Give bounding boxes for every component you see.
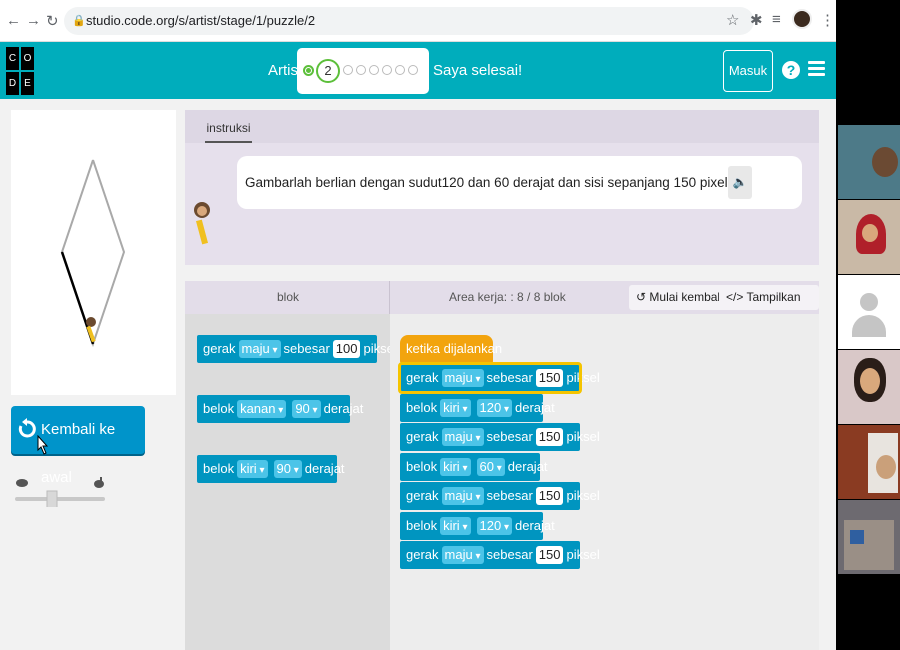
puzzle-dot[interactable] [356, 65, 366, 75]
program-block-move[interactable]: gerakmajusebesar150piksel [400, 423, 600, 451]
direction-dropdown[interactable]: maju [441, 487, 484, 505]
toolbox-block-turn-right[interactable]: belokkanan90derajat [197, 395, 363, 423]
workspace-header: blok Area kerja: : 8 / 8 blok ↺ Mulai ke… [185, 281, 819, 329]
program-block-turn[interactable]: belokkiri120derajat [400, 394, 555, 422]
participant-video [838, 275, 900, 349]
signin-button[interactable]: Masuk [723, 50, 773, 92]
artist-canvas [11, 110, 176, 395]
hamburger-menu-icon[interactable] [808, 61, 825, 76]
participant-video [838, 425, 900, 499]
direction-dropdown[interactable]: maju [441, 546, 484, 564]
artist-avatar-icon [194, 202, 210, 245]
direction-dropdown[interactable]: maju [441, 428, 484, 446]
reload-icon[interactable]: ↻ [46, 12, 59, 30]
toolbox-block-move[interactable]: gerakmajusebesar100piksel [197, 335, 397, 363]
app-header: C O D E Artis 2 Saya selesai! Masuk ? [0, 42, 836, 99]
value-input[interactable]: 150 [535, 428, 564, 446]
instructions-panel: instruksi Gambarlah berlian dengan sudut… [185, 110, 819, 265]
finish-link[interactable]: Saya selesai! [433, 62, 522, 79]
program-block-move[interactable]: gerakmajusebesar150piksel [398, 362, 600, 394]
puzzle-dot-current[interactable]: 2 [316, 59, 340, 83]
toolbox-header-label: blok [277, 290, 300, 304]
logo-letter: C [6, 47, 19, 70]
block-toolbox: gerakmajusebesar100piksel belokkanan90de… [185, 314, 397, 650]
direction-dropdown[interactable]: kanan [237, 400, 287, 418]
angle-dropdown[interactable]: 60 [476, 458, 505, 476]
block-workspace: ketika dijalankan gerakmajusebesar150pik… [390, 314, 819, 650]
puzzle-dot[interactable] [343, 65, 353, 75]
back-icon[interactable]: ← [6, 12, 21, 29]
when-run-block[interactable]: ketika dijalankan [400, 335, 502, 363]
participant-video [838, 125, 900, 199]
instruction-text: Gambarlah berlian dengan sudut120 dan 60… [245, 175, 732, 190]
media-icon[interactable]: ≡ [772, 11, 781, 28]
program-block-move[interactable]: gerakmajusebesar150piksel [400, 541, 600, 569]
direction-dropdown[interactable]: kiri [440, 399, 471, 417]
puzzle-dot[interactable] [382, 65, 392, 75]
speed-slider[interactable] [15, 477, 125, 510]
toolbox-block-turn-left[interactable]: belokkiri90derajat [197, 455, 345, 483]
show-code-button[interactable]: </> Tampilkan kode [719, 285, 819, 329]
value-input[interactable]: 150 [535, 546, 564, 564]
participant-video [838, 350, 900, 424]
forward-icon[interactable]: → [26, 12, 41, 29]
puzzle-dot-completed[interactable] [303, 65, 314, 76]
text-to-speech-icon[interactable]: 🔈 [728, 166, 752, 199]
speed-slider-thumb[interactable] [46, 490, 58, 510]
puzzle-dot[interactable] [395, 65, 405, 75]
value-input[interactable]: 100 [332, 340, 361, 358]
star-icon[interactable]: ☆ [726, 11, 739, 29]
code-icon: </> [726, 290, 744, 304]
program-block-turn[interactable]: belokkiri60derajat [400, 453, 548, 481]
artist-character-icon [86, 317, 96, 343]
header-divider [389, 281, 390, 314]
url-text: studio.code.org/s/artist/stage/1/puzzle/… [86, 13, 316, 28]
app-screen: ← → ↻ 🔒 studio.code.org/s/artist/stage/1… [0, 0, 836, 650]
logo-letter: O [21, 47, 34, 70]
address-bar[interactable]: 🔒 studio.code.org/s/artist/stage/1/puzzl… [64, 7, 754, 35]
program-block-move[interactable]: gerakmajusebesar150piksel [400, 482, 600, 510]
restart-label: Mulai kembali [649, 290, 723, 304]
turtle-icon [16, 479, 28, 487]
angle-dropdown[interactable]: 120 [476, 517, 513, 535]
lesson-title[interactable]: Artis [268, 62, 298, 79]
direction-dropdown[interactable]: maju [441, 369, 484, 387]
value-input[interactable]: 150 [535, 487, 564, 505]
diamond-drawing [60, 159, 126, 348]
browser-toolbar: ← → ↻ 🔒 studio.code.org/s/artist/stage/1… [0, 0, 836, 42]
extensions-icon[interactable]: ✱ [750, 11, 763, 29]
more-icon[interactable]: ⋮ [820, 11, 835, 29]
direction-dropdown[interactable]: kiri [440, 517, 471, 535]
direction-dropdown[interactable]: kiri [237, 460, 268, 478]
restart-icon: ↺ [636, 290, 647, 304]
angle-dropdown[interactable]: 90 [273, 460, 302, 478]
code-logo[interactable]: C O D E [6, 47, 34, 95]
participant-video [838, 500, 900, 574]
puzzle-progress: 2 [297, 48, 429, 94]
value-input[interactable]: 150 [535, 369, 564, 387]
lock-icon: 🔒 [72, 15, 86, 27]
direction-dropdown[interactable]: kiri [440, 458, 471, 476]
puzzle-dot[interactable] [408, 65, 418, 75]
restart-button[interactable]: ↺ Mulai kembali [629, 285, 730, 310]
reset-button[interactable]: Kembali ke awal [11, 406, 145, 486]
cursor-icon [37, 435, 49, 455]
participant-video [838, 200, 900, 274]
logo-letter: D [6, 72, 19, 95]
logo-letter: E [21, 72, 34, 95]
profile-avatar[interactable] [792, 9, 812, 29]
rabbit-icon [94, 477, 104, 488]
puzzle-dot[interactable] [369, 65, 379, 75]
instruction-bubble: Gambarlah berlian dengan sudut120 dan 60… [237, 156, 802, 209]
help-icon[interactable]: ? [782, 61, 800, 79]
workspace-block-count: Area kerja: : 8 / 8 blok [449, 290, 566, 304]
reset-icon [18, 418, 36, 438]
angle-dropdown[interactable]: 90 [292, 400, 321, 418]
tab-instructions[interactable]: instruksi [205, 110, 252, 143]
program-block-turn[interactable]: belokkiri120derajat [400, 512, 555, 540]
direction-dropdown[interactable]: maju [238, 340, 281, 358]
instructions-tabs: instruksi [185, 110, 819, 143]
angle-dropdown[interactable]: 120 [476, 399, 513, 417]
